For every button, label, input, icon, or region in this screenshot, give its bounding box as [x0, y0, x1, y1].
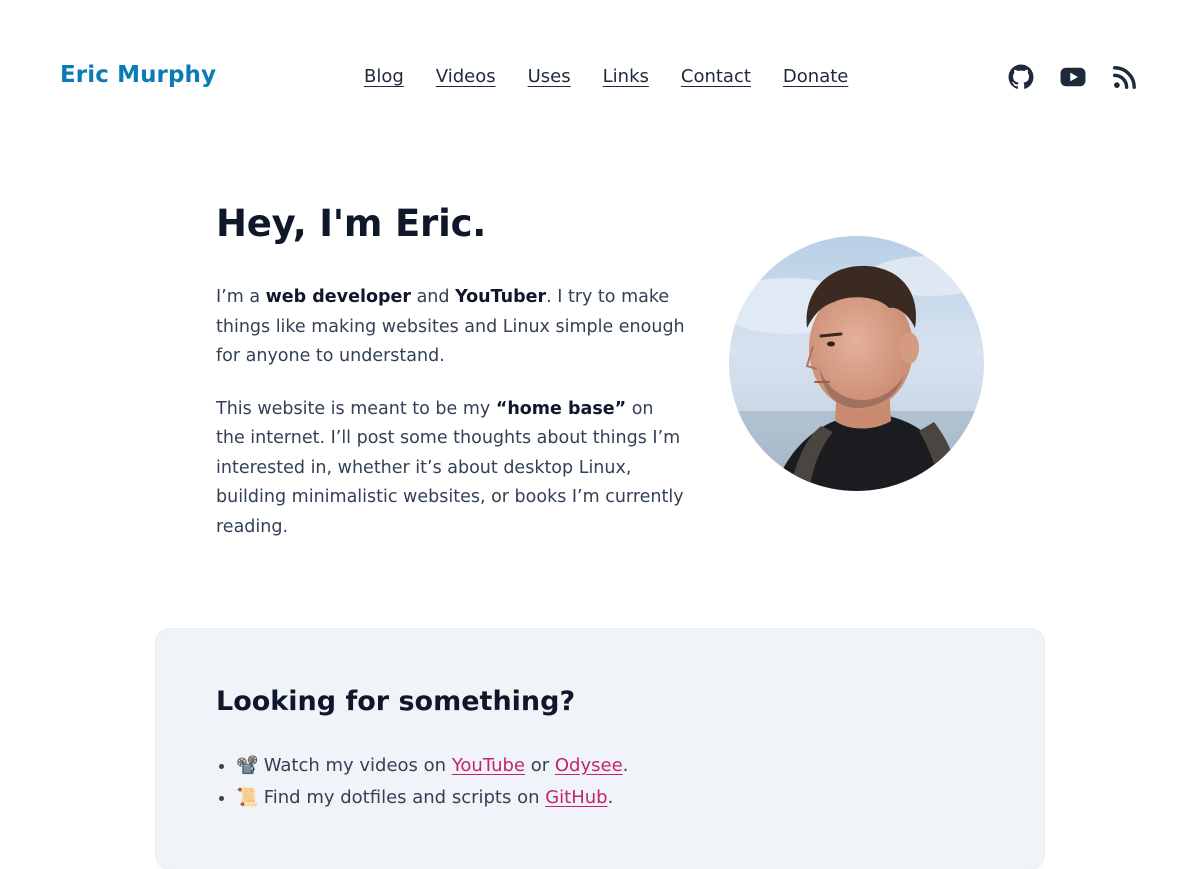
- social-links: [1008, 64, 1138, 90]
- main-nav: Blog Videos Uses Links Contact Donate: [364, 66, 848, 87]
- intro-text: and: [411, 287, 456, 307]
- list-item: 📜 Find my dotfiles and scripts on GitHub…: [236, 783, 628, 813]
- intro-bold-web-developer: web developer: [265, 287, 411, 307]
- hero-intro: I’m a web developer and YouTuber. I try …: [216, 283, 686, 565]
- nav-donate[interactable]: Donate: [783, 66, 848, 87]
- github-icon[interactable]: [1008, 64, 1034, 90]
- film-projector-icon: 📽️: [236, 755, 259, 776]
- avatar-photo: [729, 236, 984, 491]
- rss-icon[interactable]: [1112, 64, 1138, 90]
- odysee-link[interactable]: Odysee: [555, 755, 623, 776]
- scroll-icon: 📜: [236, 787, 259, 808]
- intro-text: This website is meant to be my: [216, 398, 496, 419]
- nav-uses[interactable]: Uses: [528, 66, 571, 87]
- nav-contact[interactable]: Contact: [681, 66, 751, 87]
- intro-bold-youtuber: YouTuber: [455, 287, 547, 307]
- site-header: Eric Murphy Blog Videos Uses Links Conta…: [0, 0, 1200, 156]
- nav-blog[interactable]: Blog: [364, 66, 404, 87]
- looking-for-something-card: Looking for something? 📽️ Watch my video…: [156, 629, 1044, 869]
- github-link[interactable]: GitHub: [545, 787, 607, 808]
- list-item-text: Find my dotfiles and scripts on: [258, 787, 546, 808]
- card-link-list: 📽️ Watch my videos on YouTube or Odysee.…: [216, 751, 628, 815]
- nav-links[interactable]: Links: [603, 66, 649, 87]
- intro-paragraph-2: This website is meant to be my “home bas…: [216, 395, 686, 543]
- brand-logo-link[interactable]: Eric Murphy: [60, 62, 216, 88]
- youtube-icon[interactable]: [1060, 64, 1086, 90]
- list-item-text: or: [525, 755, 555, 776]
- nav-videos[interactable]: Videos: [436, 66, 496, 87]
- list-item-text: .: [622, 755, 629, 776]
- intro-text: on the internet. I’ll post some thoughts…: [216, 398, 684, 537]
- list-item-text: .: [607, 787, 614, 808]
- card-title: Looking for something?: [216, 686, 576, 717]
- list-item-text: Watch my videos on: [258, 755, 452, 776]
- intro-text: I’m a: [216, 287, 266, 307]
- list-item: 📽️ Watch my videos on YouTube or Odysee.: [236, 751, 628, 781]
- hero-title: Hey, I'm Eric.: [216, 202, 487, 245]
- intro-paragraph-1: I’m a web developer and YouTuber. I try …: [216, 283, 686, 372]
- intro-bold-home-base: “home base”: [495, 398, 627, 419]
- youtube-link[interactable]: YouTube: [452, 755, 525, 776]
